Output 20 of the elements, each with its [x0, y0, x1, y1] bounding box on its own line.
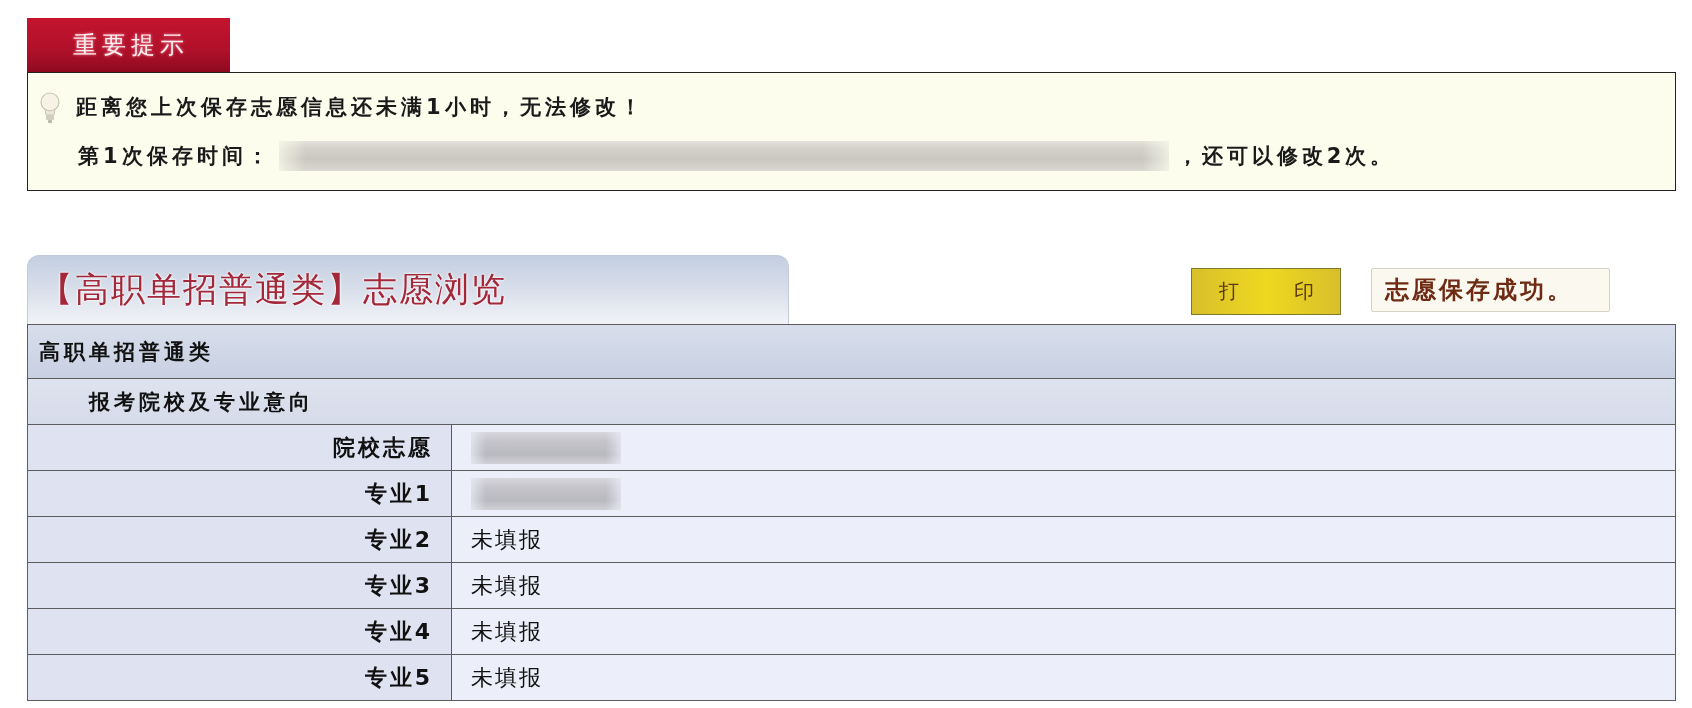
panel-title: 【高职单招普通类】志愿浏览	[39, 268, 507, 311]
lightbulb-icon	[40, 91, 60, 123]
category-heading: 高职单招普通类	[28, 325, 1675, 379]
field-label-cell: 专业1	[28, 471, 452, 517]
field-value-cell: 未填报	[452, 655, 1675, 701]
field-value-cell: 未填报	[452, 609, 1675, 655]
field-label-cell: 专业3	[28, 563, 452, 609]
notice-heading: 重要提示	[27, 18, 230, 72]
remaining-edits-note: ，还可以修改2次。	[1176, 143, 1396, 170]
success-message: 志愿保存成功。	[1371, 268, 1610, 312]
section-heading: 报考院校及专业意向	[28, 379, 1675, 425]
field-label-cell: 专业5	[28, 655, 452, 701]
field-label-cell: 院校志愿	[28, 425, 452, 471]
field-value-cell: 未填报	[452, 563, 1675, 609]
field-label-cell: 专业4	[28, 609, 452, 655]
save-time-label: 第1次保存时间：	[78, 143, 272, 170]
print-button[interactable]: 打 印	[1191, 268, 1341, 315]
notice-message: 距离您上次保存志愿信息还未满1小时，无法修改！	[76, 94, 645, 121]
field-value-cell: 未填报	[452, 517, 1675, 563]
field-label-cell: 专业2	[28, 517, 452, 563]
